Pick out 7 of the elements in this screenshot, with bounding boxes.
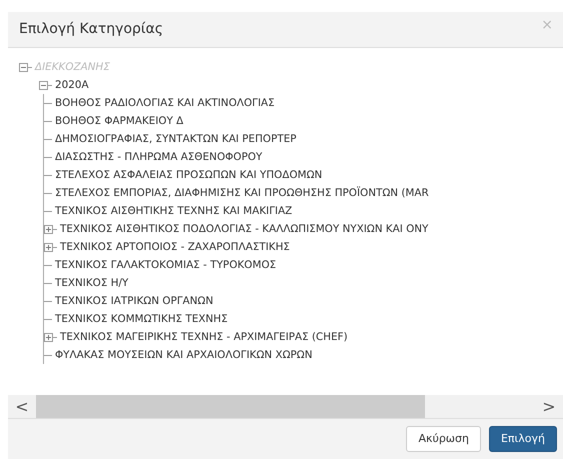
scrollbar-thumb[interactable] <box>36 395 426 418</box>
scroll-right-button[interactable]: > <box>535 394 563 418</box>
scroll-left-button[interactable]: < <box>8 394 36 418</box>
select-button[interactable]: Επιλογή <box>488 426 557 452</box>
horizontal-scrollbar[interactable]: < > <box>8 395 563 419</box>
dialog-title: Επιλογή Κατηγορίας <box>19 20 164 39</box>
cancel-button[interactable]: Ακύρωση <box>406 426 481 452</box>
